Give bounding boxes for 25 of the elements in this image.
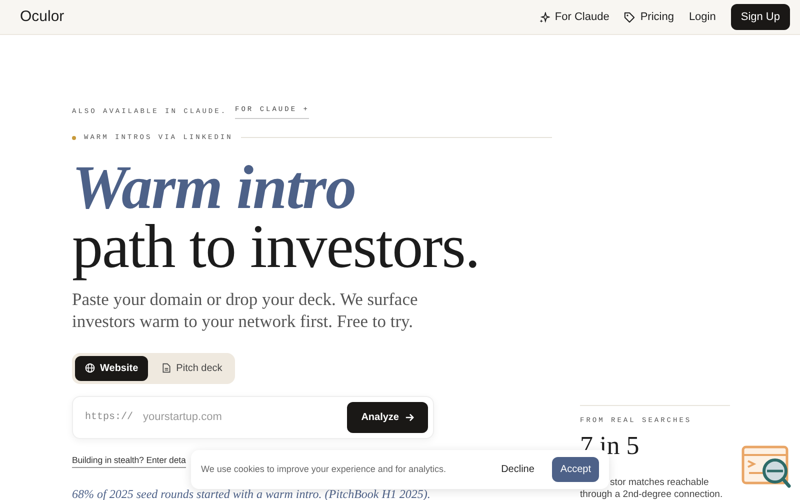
stat-description: stor matches reachable [610, 476, 710, 490]
sign-up-button[interactable]: Sign Up [730, 4, 790, 30]
document-icon [162, 363, 172, 374]
mode-tab[interactable]: Pitch deck [152, 356, 232, 381]
status-dot [72, 136, 76, 140]
quote-text: 68% of 2025 seed rounds started with a warm intro. (PitchBook H1 2025). [72, 486, 432, 500]
nav-link[interactable]: Pricing [624, 8, 674, 26]
nav-link[interactable]: For Claude [538, 8, 610, 26]
url-field[interactable]: https:// yourstartup.com Analyze [72, 396, 434, 439]
globe-icon [85, 363, 95, 374]
stat-description: through a 2nd-degree connection. [580, 489, 724, 500]
nav-link[interactable]: Login [688, 8, 716, 26]
mode-tab[interactable]: Website [75, 356, 148, 381]
hero-heading-accent: Warm intro [72, 159, 356, 218]
accept-button[interactable]: Accept [552, 457, 599, 482]
hero-subtitle: Paste your domain or drop your deck. We surface investors warm to your network first. Free to try. [72, 288, 419, 333]
sparkle-icon [538, 12, 550, 22]
arrow-right-icon [405, 412, 414, 422]
analyze-button[interactable]: Analyze [347, 402, 428, 433]
cookie-message: We use cookies to improve your experience and for analytics. [201, 462, 446, 476]
decline-button[interactable]: Decline [493, 457, 542, 482]
tag-icon [624, 12, 636, 22]
stealth-link[interactable]: Building in stealth? Enter deta [72, 454, 186, 468]
brand-logo[interactable]: Oculor [20, 6, 64, 28]
search-window-icon[interactable] [741, 445, 791, 489]
